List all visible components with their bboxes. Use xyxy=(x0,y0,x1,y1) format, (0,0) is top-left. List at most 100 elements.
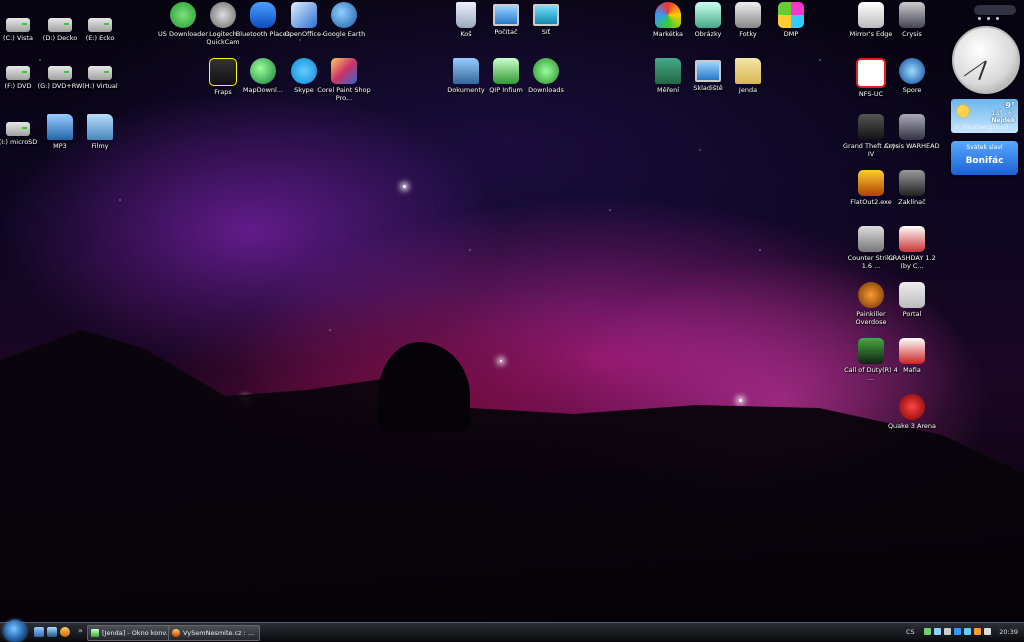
chat-icon xyxy=(493,58,519,84)
game-icon xyxy=(858,114,884,140)
icon-label: Filmy xyxy=(91,142,109,150)
icon-label: Crysis xyxy=(902,30,922,38)
show-desktop-icon[interactable] xyxy=(34,627,44,637)
quicklaunch-chevron[interactable]: » xyxy=(78,623,83,639)
weather-temperature: 9° xyxy=(1005,101,1015,110)
firefox-icon[interactable] xyxy=(60,627,70,637)
nameday-header: Svátek slaví xyxy=(966,144,1003,151)
game-icon xyxy=(856,58,886,88)
drive-icon xyxy=(6,18,30,32)
game-icon xyxy=(899,394,925,420)
computer-icon xyxy=(493,4,519,26)
game-icon xyxy=(899,170,925,196)
firefox-icon xyxy=(172,629,180,637)
network-tray-icon[interactable] xyxy=(934,628,941,635)
game-icon xyxy=(858,338,884,364)
skype-tray-icon[interactable] xyxy=(964,628,971,635)
start-button[interactable] xyxy=(4,620,26,642)
bluetooth-icon xyxy=(250,2,276,28)
sun-icon xyxy=(957,105,969,117)
video-folder-icon xyxy=(87,114,113,140)
icon-label: (E:) Ecko xyxy=(85,34,115,42)
icon-label: (H:) Virtual xyxy=(82,82,118,90)
globe-icon xyxy=(331,2,357,28)
desktop-icon-drive-e[interactable]: (E:) Ecko xyxy=(72,10,128,42)
desktop-icon-drive-h[interactable]: (H:) Virtual xyxy=(72,58,128,90)
taskbar: » [Jenda] - Okno konv... VySemNesmite.cz… xyxy=(0,620,1024,642)
volume-icon[interactable] xyxy=(944,628,951,635)
desktop-icon-spore[interactable]: Spore xyxy=(884,58,940,94)
icon-label: Portal xyxy=(902,310,922,318)
taskbar-window-vysemnesmite[interactable]: VySemNesmite.cz : ... xyxy=(168,625,260,641)
tray-app-icon[interactable] xyxy=(974,628,981,635)
globe-icon xyxy=(250,58,276,84)
music-folder-icon xyxy=(47,114,73,140)
documents-icon xyxy=(453,58,479,84)
network-icon xyxy=(533,4,559,26)
desktop-icon-crashday[interactable]: CRASHDAY 1.2 (by C... xyxy=(884,226,940,270)
game-icon xyxy=(858,282,884,308)
nameday-name: Bonifác xyxy=(965,156,1004,166)
drive-icon xyxy=(6,122,30,136)
monitor-icon xyxy=(695,60,721,82)
weather-city: Nejdek xyxy=(991,117,1015,124)
weather-range: 13° - 6° xyxy=(991,110,1015,117)
game-icon xyxy=(899,114,925,140)
icon-label: Spore xyxy=(902,86,922,94)
folder-icon xyxy=(735,58,761,84)
camera-icon xyxy=(735,2,761,28)
taskbar-window-okno-konv[interactable]: [Jenda] - Okno konv... xyxy=(87,625,179,641)
sidebar-gadget-controls[interactable] xyxy=(974,5,1016,20)
recycle-bin-icon xyxy=(456,2,476,28)
desktop-icon-jenda[interactable]: Jenda xyxy=(720,58,776,94)
desktop-icon-crysis-warhead[interactable]: Crysis WARHEAD xyxy=(884,114,940,150)
switch-windows-icon[interactable] xyxy=(47,627,57,637)
desktop-icon-crysis[interactable]: Crysis xyxy=(884,2,940,38)
bright-star xyxy=(739,399,742,402)
dot-icon xyxy=(996,17,999,20)
game-icon xyxy=(899,226,925,252)
desktop-icon-quake-3[interactable]: Quake 3 Arena xyxy=(884,394,940,430)
bright-star xyxy=(403,185,406,188)
game-icon xyxy=(899,282,925,308)
clock-gadget[interactable] xyxy=(952,26,1020,94)
msn-butterfly-icon xyxy=(655,2,681,28)
icon-label: Zaklínač xyxy=(898,198,926,206)
drive-icon xyxy=(48,18,72,32)
dmp-icon xyxy=(778,2,804,28)
icon-label: CRASHDAY 1.2 (by C... xyxy=(888,254,936,270)
desktop-icon-mafia[interactable]: Mafia xyxy=(884,338,940,374)
taskbar-clock[interactable]: 20:39 xyxy=(999,623,1018,641)
game-icon xyxy=(899,2,925,28)
desktop-icon-dmp[interactable]: DMP xyxy=(763,2,819,38)
desktop-icon-network[interactable]: Síť xyxy=(518,2,574,36)
system-tray: CS 20:39 xyxy=(902,623,1024,641)
weather-gadget[interactable]: 9° 13° - 6° Nejdek © Weatherground xyxy=(951,99,1018,133)
game-icon xyxy=(858,226,884,252)
taskbar-window-label: VySemNesmite.cz : ... xyxy=(183,629,255,637)
desktop-icon-portal[interactable]: Portal xyxy=(884,282,940,318)
desktop-icon-zaklinac[interactable]: Zaklínač xyxy=(884,170,940,206)
icon-label: Google Earth xyxy=(322,30,366,38)
desktop-icon-corel-paint-shop[interactable]: Corel Paint Shop Pro... xyxy=(316,58,372,102)
openoffice-icon xyxy=(291,2,317,28)
tray-app-icon[interactable] xyxy=(924,628,931,635)
tray-app-icon[interactable] xyxy=(984,628,991,635)
spore-icon xyxy=(899,58,925,84)
icon-label: Mafia xyxy=(903,366,921,374)
folder-icon xyxy=(655,58,681,84)
icon-label: Síť xyxy=(541,28,551,36)
drive-icon xyxy=(88,18,112,32)
nameday-gadget[interactable]: Svátek slaví Bonifác xyxy=(951,141,1018,175)
desktop-icon-filmy[interactable]: Filmy xyxy=(72,114,128,150)
bluetooth-tray-icon[interactable] xyxy=(954,628,961,635)
dvd-drive-icon xyxy=(88,66,112,80)
desktop-icon-downloads[interactable]: Downloads xyxy=(518,58,574,94)
language-indicator[interactable]: CS xyxy=(906,623,915,641)
dvd-drive-icon xyxy=(48,66,72,80)
game-icon xyxy=(899,338,925,364)
desktop-icon-google-earth[interactable]: Google Earth xyxy=(316,2,372,38)
bright-star xyxy=(500,360,502,362)
icon-label: Quake 3 Arena xyxy=(887,422,937,430)
paint-icon xyxy=(331,58,357,84)
